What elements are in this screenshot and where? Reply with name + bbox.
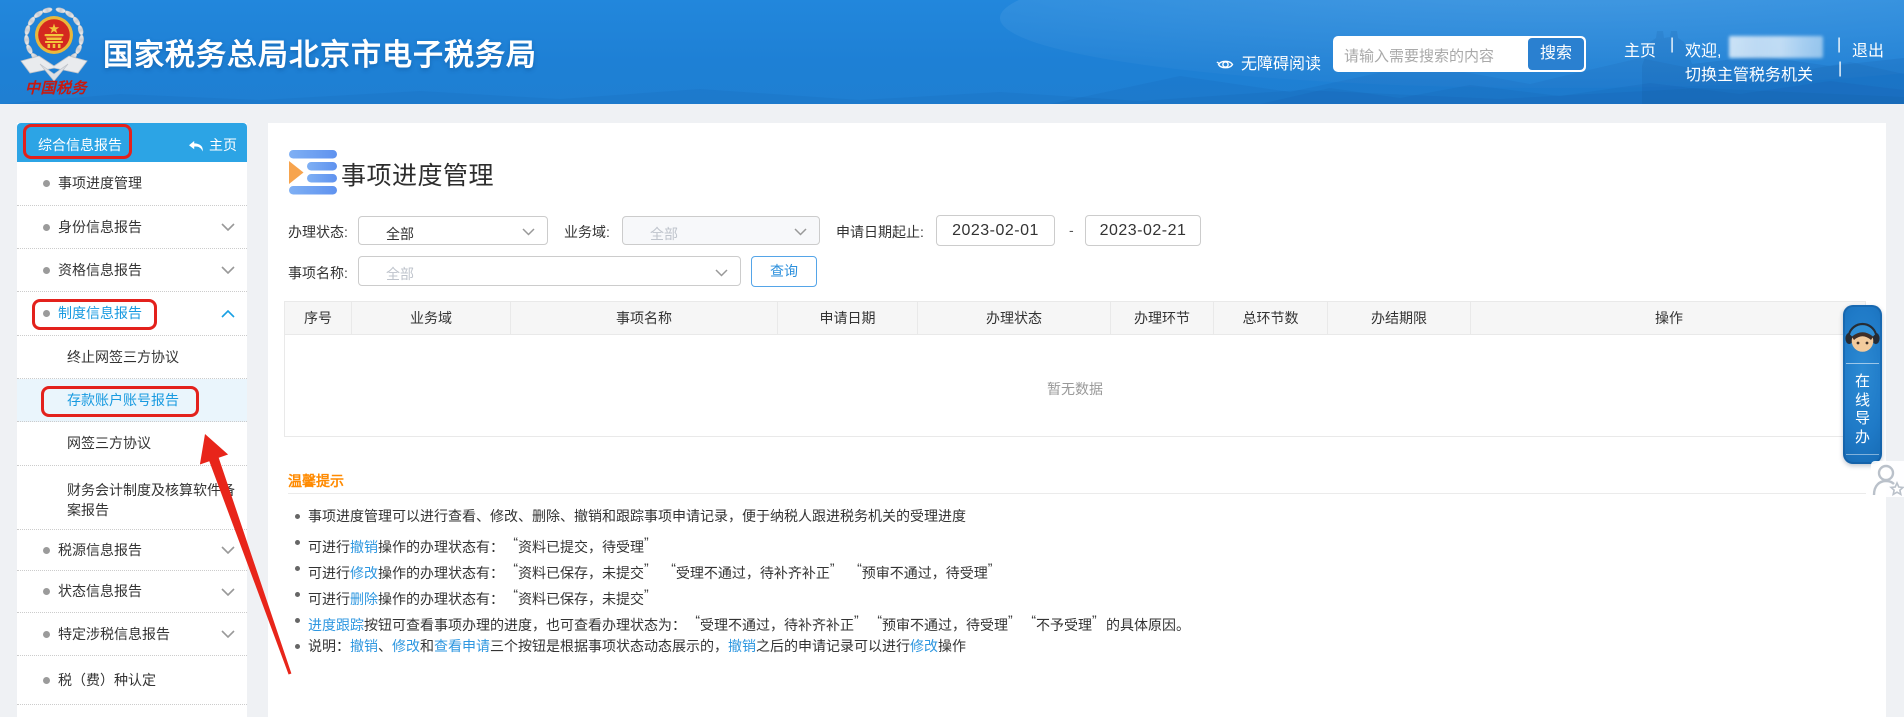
svg-text:中国税务: 中国税务 xyxy=(25,80,89,97)
